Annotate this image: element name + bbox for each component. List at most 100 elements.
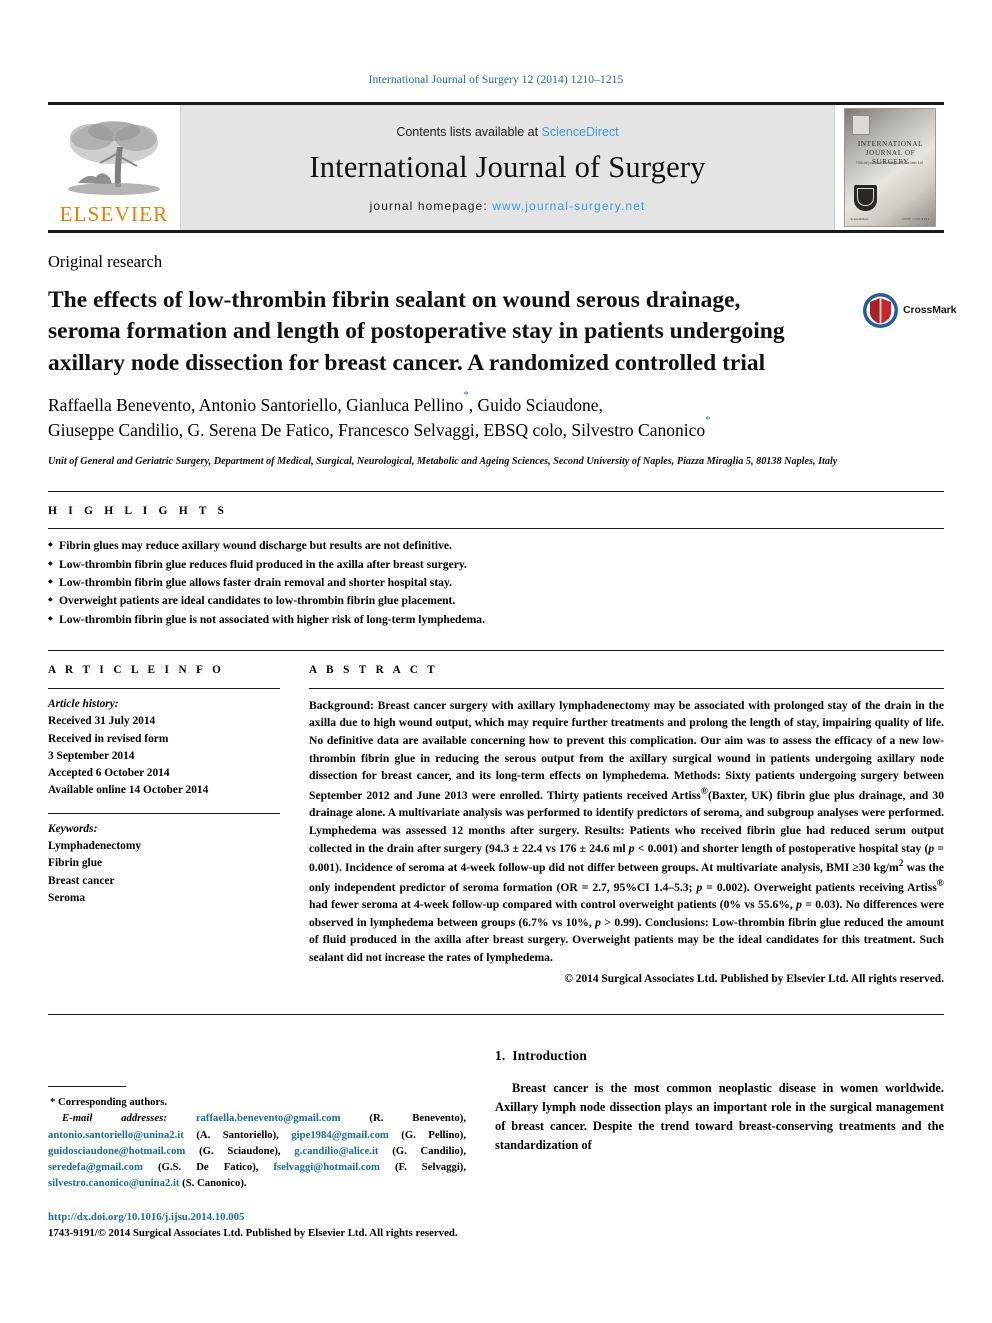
abstract-results-text-b: < 0.001) and shorter length of postopera… xyxy=(634,841,929,855)
history-item: Accepted 6 October 2014 xyxy=(48,767,170,780)
article-history-label: Article history: xyxy=(48,697,119,710)
journal-masthead: ELSEVIER Contents lists available at Sci… xyxy=(48,102,944,233)
elsevier-tree-icon xyxy=(60,117,168,203)
highlights-heading: H I G H L I G H T S xyxy=(48,505,229,518)
journal-homepage-line: journal homepage: www.journal-surgery.ne… xyxy=(370,199,646,213)
registered-mark: ® xyxy=(936,877,944,889)
section-number: 1. xyxy=(495,1047,506,1063)
footer-identifiers: http://dx.doi.org/10.1016/j.ijsu.2014.10… xyxy=(48,1209,466,1241)
history-item: Received 31 July 2014 xyxy=(48,715,156,728)
elsevier-logo: ELSEVIER xyxy=(48,105,181,230)
issn-copyright-line: 1743-9191/© 2014 Surgical Associates Ltd… xyxy=(48,1227,458,1240)
email-link[interactable]: antonio.santoriello@unina2.it xyxy=(48,1129,184,1141)
article-info-column: A R T I C L E I N F O Article history: R… xyxy=(48,664,280,985)
article-history: Article history: Received 31 July 2014 R… xyxy=(48,689,280,800)
article-header: Original research The effects of low-thr… xyxy=(48,252,956,469)
abstract-results-text-f: had fewer seroma at 4-week follow-up com… xyxy=(309,898,797,912)
email-person: (G. Sciaudone) xyxy=(199,1144,278,1157)
email-link[interactable]: fselvaggi@hotmail.com xyxy=(274,1161,380,1173)
info-abstract-section: A R T I C L E I N F O Article history: R… xyxy=(48,649,944,985)
author-list: Raffaella Benevento, Antonio Santoriello… xyxy=(48,389,908,444)
keyword-item: Seroma xyxy=(48,892,86,905)
contents-prefix: Contents lists available at xyxy=(396,124,542,139)
list-item: Low-thrombin fibrin glue reduces fluid p… xyxy=(48,556,944,574)
history-item: 3 September 2014 xyxy=(48,749,135,762)
keywords-block: Keywords: Lymphadenectomy Fibrin glue Br… xyxy=(48,814,280,908)
journal-cover-thumbnail: INTERNATIONAL JOURNAL OF SURGERY Officia… xyxy=(834,105,944,230)
keyword-item: Lymphadenectomy xyxy=(48,840,142,853)
cover-subtitle: Official journal of the Surgical Associa… xyxy=(856,161,923,165)
article-info-heading: A R T I C L E I N F O xyxy=(48,663,225,676)
crossmark-icon xyxy=(862,292,899,329)
abstract-heading: A B S T R A C T xyxy=(309,663,439,676)
cover-elsevier-mark-icon xyxy=(851,115,870,135)
email-person: (A. Santoriello) xyxy=(196,1128,277,1141)
history-item: Available online 14 October 2014 xyxy=(48,784,209,797)
registered-mark: ® xyxy=(700,785,708,797)
email-person: (R. Benevento) xyxy=(369,1112,464,1125)
crossmark-label: CrossMark xyxy=(903,304,957,316)
abstract-body: Background: Breast cancer surgery with a… xyxy=(309,689,944,967)
elsevier-wordmark: ELSEVIER xyxy=(59,202,169,226)
section-title: Introduction xyxy=(512,1047,587,1063)
page-title: The effects of low-thrombin fibrin seala… xyxy=(48,287,785,376)
authors-line-2: Giuseppe Candilio, G. Serena De Fatico, … xyxy=(48,420,706,441)
article-type: Original research xyxy=(48,252,163,271)
email-person: (G. Pellino) xyxy=(401,1128,464,1141)
list-item: Overweight patients are ideal candidates… xyxy=(48,592,944,610)
cover-footer-left: ScienceDirect xyxy=(850,217,869,221)
abstract-results-text-e: = 0.002). Overweight patients receiving … xyxy=(702,880,937,894)
homepage-prefix: journal homepage: xyxy=(369,198,493,213)
abstract-methods-label: Methods: xyxy=(673,769,721,783)
email-link[interactable]: gipe1984@gmail.com xyxy=(291,1129,389,1141)
sciencedirect-link[interactable]: ScienceDirect xyxy=(542,125,619,139)
email-link[interactable]: guidosciaudone@hotmail.com xyxy=(48,1145,185,1157)
cover-crest-icon xyxy=(853,185,877,211)
cover-art: INTERNATIONAL JOURNAL OF SURGERY Officia… xyxy=(843,108,936,227)
list-item: Low-thrombin fibrin glue is not associat… xyxy=(48,611,944,629)
left-column: * Corresponding authors. E-mail addresse… xyxy=(48,1025,466,1250)
highlights-list: Fibrin glues may reduce axillary wound d… xyxy=(48,529,944,629)
corresponding-authors-note: * Corresponding authors. xyxy=(50,1095,168,1108)
abstract-results-label: Results: xyxy=(584,823,625,837)
doi-link[interactable]: http://dx.doi.org/10.1016/j.ijsu.2014.10… xyxy=(48,1209,466,1225)
homepage-url-link[interactable]: www.journal-surgery.net xyxy=(492,199,645,213)
list-item: Fibrin glues may reduce axillary wound d… xyxy=(48,537,944,555)
email-link[interactable]: seredefa@gmail.com xyxy=(48,1161,143,1173)
crossmark-badge[interactable]: CrossMark xyxy=(862,285,956,335)
email-person: (G.S. De Fatico) xyxy=(157,1161,256,1174)
author-marker-1: * xyxy=(463,388,469,401)
highlights-section: H I G H L I G H T S Fibrin glues may red… xyxy=(48,491,944,629)
authors-line-1: Raffaella Benevento, Antonio Santoriello… xyxy=(48,394,464,415)
footnote-block: * Corresponding authors. E-mail addresse… xyxy=(48,1085,467,1192)
abstract-conclusions-label: Conclusions: xyxy=(644,915,709,929)
email-link[interactable]: raffaella.benevento@gmail.com xyxy=(196,1112,341,1124)
email-link[interactable]: silvestro.canonico@unina2.it xyxy=(48,1177,179,1189)
email-addresses-note: E-mail addresses: raffaella.benevento@gm… xyxy=(48,1112,467,1190)
introduction-paragraph: Breast cancer is the most common neoplas… xyxy=(495,1080,944,1153)
abstract-copyright: © 2014 Surgical Associates Ltd. Publishe… xyxy=(564,972,944,985)
keyword-item: Fibrin glue xyxy=(48,857,103,870)
footnote-rule xyxy=(48,1085,126,1087)
section-heading-introduction: 1. Introduction xyxy=(495,1025,944,1064)
history-item: Received in revised form xyxy=(48,732,169,745)
keyword-item: Breast cancer xyxy=(48,874,115,887)
email-link[interactable]: g.candilio@alice.it xyxy=(294,1145,378,1157)
running-head: International Journal of Surgery 12 (201… xyxy=(368,74,624,86)
email-person: (G. Candilio) xyxy=(392,1144,464,1157)
author-marker-2: * xyxy=(705,414,711,427)
body-columns: * Corresponding authors. E-mail addresse… xyxy=(48,1013,944,1250)
email-addresses-label: E-mail addresses: xyxy=(62,1112,167,1125)
masthead-center: Contents lists available at ScienceDirec… xyxy=(181,105,834,230)
authors-line-1-cont: , Guido Sciaudone, xyxy=(468,394,603,415)
right-column: 1. Introduction Breast cancer is the most… xyxy=(495,1025,944,1250)
email-person: (F. Selvaggi) xyxy=(394,1161,464,1174)
abstract-background-label: Background: xyxy=(309,698,374,712)
abstract-column: A B S T R A C T Background: Breast cance… xyxy=(309,664,944,985)
email-person: (S. Canonico) xyxy=(182,1177,244,1190)
abstract-results-text-h: > 0.99). xyxy=(600,915,645,929)
paper-page: International Journal of Surgery 12 (201… xyxy=(0,0,992,1323)
journal-title: International Journal of Surgery xyxy=(309,149,706,184)
keywords-label: Keywords: xyxy=(48,822,98,835)
